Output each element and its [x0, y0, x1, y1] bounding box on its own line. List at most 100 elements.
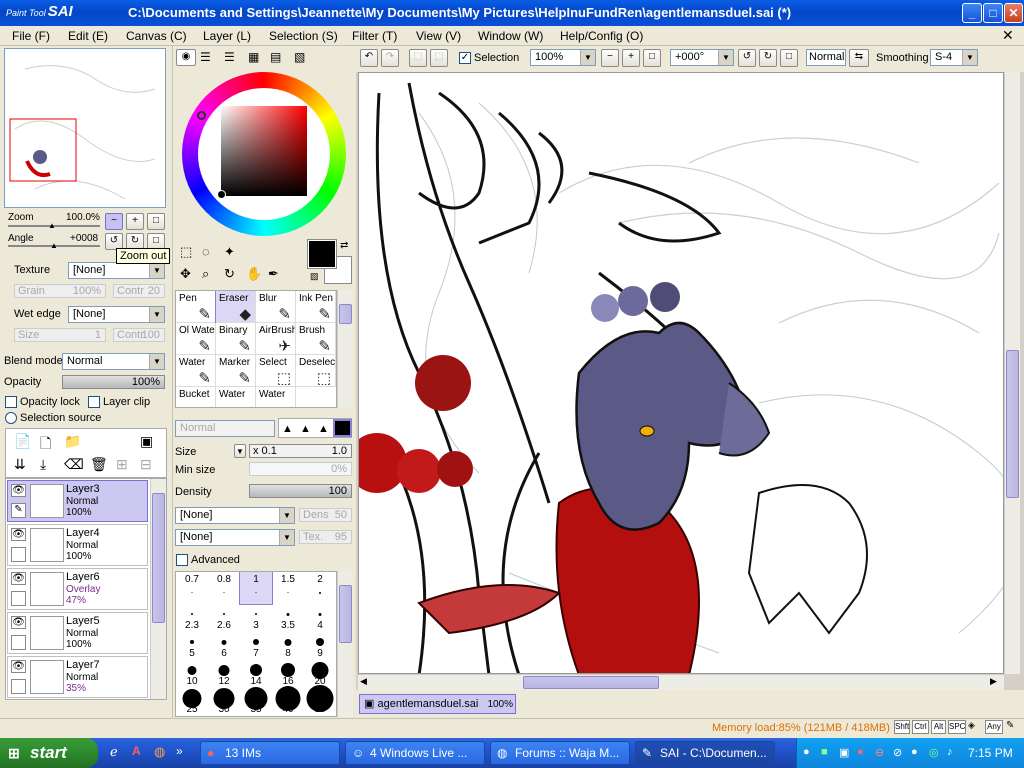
scroll-left-arrow-icon[interactable]: ◀	[360, 676, 367, 687]
foreground-color-swatch[interactable]	[307, 239, 337, 269]
document-tab[interactable]: ▣ agentlemansduel.sai 100%	[359, 694, 516, 714]
size-multiplier-dropdown[interactable]: ▼	[234, 444, 246, 458]
tray-icon-2[interactable]: ■	[821, 746, 828, 758]
drawing-canvas[interactable]	[358, 72, 1004, 674]
close-button[interactable]: ✕	[1004, 3, 1023, 23]
menu-help-config[interactable]: Help/Config (O)	[560, 29, 643, 43]
canvas-zoom-reset-button[interactable]: □	[643, 49, 661, 67]
brush-tool-scrollbar[interactable]	[337, 290, 353, 408]
nav-view-rect[interactable]	[9, 118, 77, 182]
brush-size-cell[interactable]: 30	[208, 684, 240, 716]
visibility-eye-icon[interactable]: 👁	[11, 616, 26, 629]
mixer-tab-icon[interactable]: ▤	[270, 50, 281, 64]
grain-slider[interactable]: Grain 100%	[14, 284, 106, 298]
brush-texture-select[interactable]: [None] ▼	[175, 529, 295, 546]
maximize-button[interactable]: □	[983, 3, 1003, 23]
layer-row[interactable]: 👁 ✎ Layer3 Normal 100%	[7, 480, 148, 522]
min-size-slider[interactable]: 0%	[249, 462, 352, 476]
invert-selection-button[interactable]: ⬚	[430, 49, 448, 67]
canvas-zoom-out-button[interactable]: −	[601, 49, 619, 67]
transfer-down-icon[interactable]: ⇊	[14, 456, 26, 473]
scratchpad-tab-icon[interactable]: ▧	[294, 50, 305, 64]
undo-button[interactable]: ↶	[360, 49, 378, 67]
move-icon[interactable]: ✥	[180, 266, 191, 282]
layer-lock-box[interactable]	[11, 635, 26, 650]
brush-size-cell[interactable]: 40	[272, 684, 304, 716]
menu-view[interactable]: View (V)	[416, 29, 461, 43]
rgb-slider-tab-icon[interactable]: ☰	[200, 50, 211, 64]
menu-window[interactable]: Window (W)	[478, 29, 543, 43]
shape-density-slider[interactable]: Dens 50	[299, 508, 352, 522]
tray-icon-1[interactable]: ●	[803, 746, 810, 758]
opacity-lock-checkbox[interactable]	[5, 396, 17, 408]
flip-horizontal-button[interactable]: ⇆	[849, 49, 869, 67]
layer-list-scroll-thumb[interactable]	[152, 493, 165, 623]
tool-airbrush[interactable]: AirBrush ✈	[256, 323, 296, 355]
tool-water-2[interactable]: Water	[216, 387, 256, 407]
visibility-eye-icon[interactable]: 👁	[11, 660, 26, 673]
brush-edge-selector[interactable]: ▲ ▲ ▲	[278, 418, 352, 438]
texture-select[interactable]: [None] ▼	[68, 262, 165, 279]
taskbar-item-forums[interactable]: ◍ Forums :: Waja M...	[490, 741, 630, 765]
hand-icon[interactable]: ✋	[246, 266, 262, 282]
layer-mask-icon[interactable]: ▣	[140, 433, 153, 450]
wet-edge-contrast-slider[interactable]: Contr 100	[113, 328, 165, 342]
show-desktop-icon[interactable]: »	[176, 744, 183, 758]
canvas-horizontal-scrollbar[interactable]: ◀ ▶	[358, 674, 1004, 690]
transparent-color-icon[interactable]: ▨	[310, 271, 319, 282]
taskbar-item-ims[interactable]: ● 13 IMs	[200, 741, 340, 765]
delete-mask-icon[interactable]: ⊟	[140, 456, 152, 473]
minimize-button[interactable]: _	[962, 3, 982, 23]
new-folder-icon[interactable]: 📁	[64, 433, 81, 450]
layer-row[interactable]: 👁 Layer7 Normal 35%	[7, 656, 148, 698]
tool-deselect[interactable]: Deselect ⬚	[296, 355, 336, 387]
tool-water-3[interactable]: Water	[256, 387, 296, 407]
hue-cursor[interactable]	[197, 111, 206, 120]
brush-shape-select[interactable]: [None] ▼	[175, 507, 295, 524]
wet-edge-size-slider[interactable]: Size 1	[14, 328, 106, 342]
start-button[interactable]: ⊞ start	[0, 738, 98, 768]
tray-icon-5[interactable]: ⊖	[875, 746, 884, 759]
canvas-angle-select[interactable]: +000° ▼	[670, 49, 734, 66]
edge-soft-icon[interactable]: ▲	[318, 423, 329, 435]
eyedropper-icon[interactable]: ✒	[268, 266, 279, 282]
texture-contrast-slider[interactable]: Contr 20	[113, 284, 165, 298]
opacity-slider[interactable]: 100%	[62, 375, 165, 389]
brush-mode-select[interactable]: Normal	[175, 420, 275, 437]
canvas-horizontal-scroll-thumb[interactable]	[523, 676, 659, 689]
selection-source-radio[interactable]	[5, 412, 17, 424]
canvas-rotate-reset-button[interactable]: □	[780, 49, 798, 67]
menu-layer[interactable]: Layer (L)	[203, 29, 251, 43]
brush-size-cell[interactable]: 50	[304, 684, 336, 716]
document-close-icon[interactable]: ✕	[1002, 27, 1014, 44]
delete-layer-icon[interactable]: 🗑	[90, 456, 108, 473]
tray-icon-6[interactable]: ⊘	[893, 746, 902, 759]
navigator-preview[interactable]	[4, 48, 166, 208]
canvas-zoom-in-button[interactable]: +	[622, 49, 640, 67]
menu-edit[interactable]: Edit (E)	[68, 29, 108, 43]
brush-size-slider[interactable]: x 0.1 1.0	[249, 444, 352, 458]
menu-file[interactable]: File (F)	[12, 29, 50, 43]
color-cursor[interactable]	[217, 190, 226, 199]
visibility-eye-icon[interactable]: 👁	[11, 528, 26, 541]
tool-water[interactable]: Water ✎	[176, 355, 216, 387]
brush-size-cell[interactable]: 25	[176, 684, 208, 716]
layer-row[interactable]: 👁 Layer5 Normal 100%	[7, 612, 148, 654]
firefox-quicklaunch-icon[interactable]: ◍	[154, 744, 165, 760]
canvas-view-mode[interactable]: Normal	[806, 49, 846, 66]
blend-mode-select[interactable]: Normal ▼	[62, 353, 165, 370]
texture-strength-slider[interactable]: Tex. 95	[299, 530, 352, 544]
taskbar-item-windows-live[interactable]: ☺ 4 Windows Live ...	[345, 741, 485, 765]
brush-size-scrollbar[interactable]	[337, 571, 353, 717]
apply-mask-icon[interactable]: ⊞	[116, 456, 128, 473]
tool-bucket[interactable]: Bucket	[176, 387, 216, 407]
deselect-button[interactable]: ⬚	[409, 49, 427, 67]
layer-list-scrollbar[interactable]	[150, 479, 166, 699]
ie-quicklaunch-icon[interactable]: ℯ	[110, 744, 118, 760]
menu-selection[interactable]: Selection (S)	[269, 29, 338, 43]
tool-marker[interactable]: Marker ✎	[216, 355, 256, 387]
clear-layer-icon[interactable]: ⌫	[64, 456, 84, 473]
palette-tab-icon[interactable]: ▦	[248, 50, 259, 64]
canvas-rotate-left-button[interactable]: ↺	[738, 49, 756, 67]
edge-hard-icon[interactable]: ▲	[282, 423, 293, 435]
